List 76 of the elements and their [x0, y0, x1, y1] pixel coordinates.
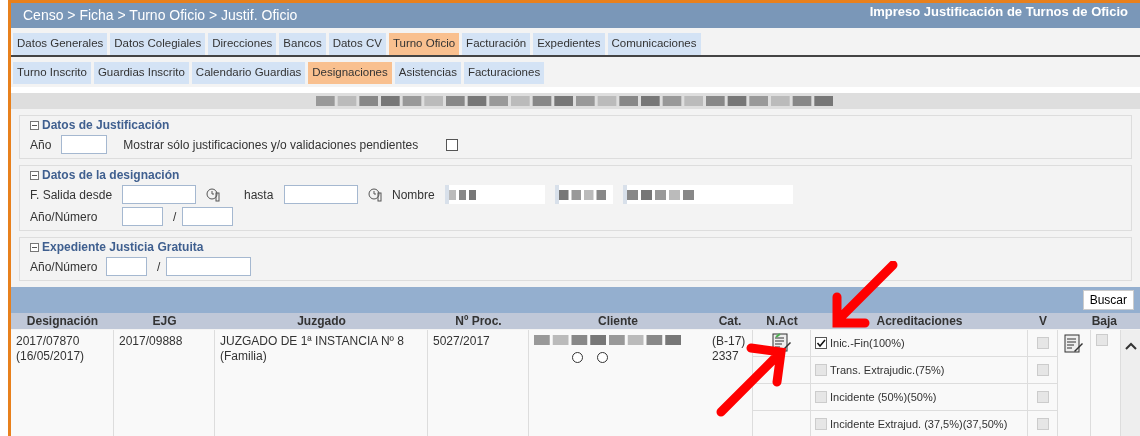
radio-button[interactable] — [597, 352, 608, 363]
page-title: Impreso Justificación de Turnos de Oficio — [869, 3, 1128, 21]
column-header: N.Act — [765, 313, 799, 329]
field-label: Año/Número — [30, 259, 96, 274]
tab[interactable]: Turno Inscrito — [13, 62, 91, 84]
field-label: F. Salida desde — [30, 187, 112, 202]
accreditation-label: Inic.-Fin(100%) — [830, 336, 905, 350]
field-label: hasta — [244, 187, 274, 202]
scroll-up-icon[interactable] — [1124, 342, 1137, 350]
radio-button[interactable] — [572, 352, 583, 363]
field-label: Año/Número — [30, 209, 99, 224]
name-field[interactable] — [554, 185, 613, 204]
tab[interactable]: Comunicaciones — [607, 33, 701, 55]
column-header: Nº Proc. — [454, 313, 503, 329]
tab[interactable]: Facturaciones — [463, 62, 545, 84]
tab[interactable]: Designaciones — [308, 62, 392, 84]
collapse-icon[interactable] — [30, 242, 39, 252]
edit-note-icon[interactable] — [771, 333, 792, 353]
field-label: Mostrar sólo justificaciones y/o validaciones pendientes — [123, 137, 419, 152]
number-field[interactable] — [182, 207, 234, 226]
tab[interactable]: Datos CV — [328, 33, 386, 55]
year-field[interactable] — [122, 207, 163, 226]
tab[interactable]: Datos Generales — [13, 33, 108, 55]
accreditation-label: Trans. Extrajudic.(75%) — [830, 363, 945, 377]
column-header: Cat. — [717, 313, 743, 329]
section-title: Datos de la designación — [42, 168, 180, 182]
section-title: Expediente Justicia Gratuita — [42, 240, 204, 254]
scrollbar[interactable] — [1121, 330, 1140, 436]
calendar-icon — [206, 187, 220, 202]
name-field[interactable] — [444, 185, 545, 204]
column-header: Cliente — [597, 313, 639, 329]
column-header: EJG — [151, 313, 178, 329]
tab[interactable]: Guardias Inscrito — [93, 62, 189, 84]
tab[interactable]: Direcciones — [208, 33, 277, 55]
table-cell: (B-17) 2337 — [712, 334, 747, 364]
table-cell-text: 2017/07870 (16/05/2017) — [16, 334, 86, 364]
calendar-icon — [368, 187, 382, 202]
redaction-drawing — [626, 189, 697, 200]
collapse-icon[interactable] — [30, 170, 39, 180]
accreditation-checkbox[interactable] — [815, 337, 827, 349]
tab[interactable]: Turno Oficio — [388, 33, 460, 55]
tab[interactable]: Datos Colegiales — [110, 33, 206, 55]
redaction-drawing — [558, 189, 609, 200]
date-field[interactable] — [122, 185, 196, 204]
separator: / — [157, 259, 161, 274]
baja-checkbox[interactable] — [1096, 334, 1108, 346]
tab[interactable]: Bancos — [279, 33, 326, 55]
separator: / — [173, 209, 177, 224]
tab[interactable]: Calendario Guardias — [191, 62, 306, 84]
column-header: Designación — [25, 313, 100, 329]
search-button[interactable]: Buscar — [1082, 290, 1134, 310]
column-header: Juzgado — [296, 313, 347, 329]
table-cell-text: 2017/09888 — [119, 334, 184, 349]
column-header: Baja — [1090, 313, 1118, 329]
pending-checkbox[interactable] — [446, 138, 459, 151]
number-field[interactable] — [166, 257, 252, 276]
accreditation-label: Incidente Extrajud. (37,5%)(37,50%) — [830, 417, 1008, 431]
accreditation-label: Incidente (50%)(50%) — [830, 390, 937, 404]
year-field[interactable] — [106, 257, 147, 276]
date-field[interactable] — [284, 185, 358, 204]
breadcrumb: Censo > Ficha > Turno Oficio > Justif. Oficio — [23, 6, 298, 25]
column-header: V — [1038, 313, 1048, 329]
collapse-icon[interactable] — [30, 120, 39, 130]
name-field[interactable] — [622, 185, 793, 204]
year-field[interactable] — [61, 135, 108, 154]
column-header: Acreditaciones — [875, 313, 964, 329]
tab[interactable]: Expedientes — [533, 33, 605, 55]
redaction-drawing — [448, 189, 479, 200]
table-cell-text: JUZGADO DE 1ª INSTANCIA Nº 8 (Familia) — [220, 334, 405, 364]
field-label: Año — [30, 137, 52, 152]
table-cell-text: 5027/2017 — [433, 334, 491, 349]
section-title: Datos de Justificación — [42, 118, 170, 132]
field-label: Nombre — [392, 187, 435, 202]
tab[interactable]: Facturación — [462, 33, 531, 55]
edit-note-icon[interactable] — [1064, 334, 1084, 354]
tab[interactable]: Asistencias — [394, 62, 461, 84]
